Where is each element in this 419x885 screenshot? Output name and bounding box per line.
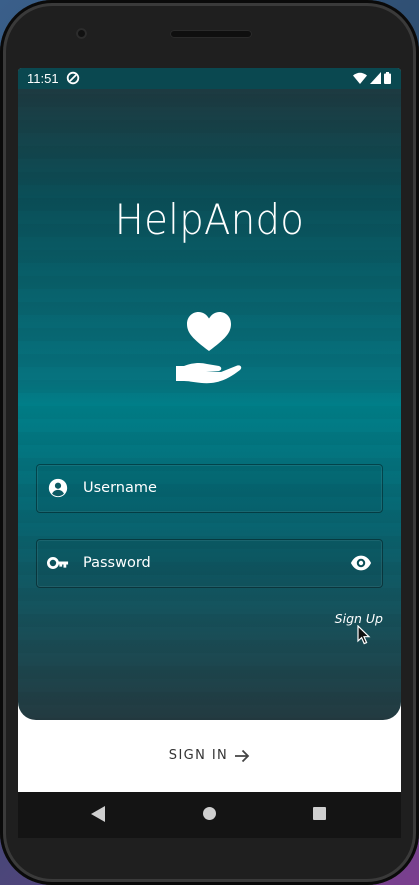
app-title: HelpAndo <box>114 195 305 244</box>
recents-button[interactable] <box>313 807 326 820</box>
status-time: 11:51 <box>27 71 59 86</box>
battery-icon <box>384 72 391 84</box>
key-icon <box>47 557 69 569</box>
sign-up-link[interactable]: Sign Up <box>335 611 383 626</box>
mouse-cursor-icon <box>357 625 371 645</box>
username-input[interactable]: Username <box>83 480 157 496</box>
signal-icon <box>370 72 381 84</box>
back-button[interactable] <box>91 806 105 822</box>
earpiece-speaker <box>170 30 252 38</box>
login-panel: 11:51 HelpAndo Username Password Sign Up <box>18 68 401 720</box>
wifi-icon <box>353 72 367 84</box>
app-screen: 11:51 HelpAndo Username Password Sign Up… <box>18 68 401 824</box>
navigation-bar <box>18 792 401 838</box>
heart-in-hand-icon <box>176 312 242 384</box>
password-input[interactable]: Password <box>83 555 151 571</box>
home-button[interactable] <box>203 807 216 820</box>
username-field[interactable]: Username <box>36 464 383 513</box>
status-bar: 11:51 <box>18 68 401 89</box>
eye-icon[interactable] <box>350 553 372 573</box>
sign-in-button[interactable]: SIGN IN <box>18 748 401 763</box>
device-frame: 11:51 HelpAndo Username Password Sign Up… <box>0 0 419 885</box>
account-circle-icon <box>48 478 68 498</box>
front-camera <box>76 28 87 39</box>
sign-in-label: SIGN IN <box>168 748 229 763</box>
status-icons <box>353 72 391 84</box>
arrow-right-icon <box>235 749 250 762</box>
password-field[interactable]: Password <box>36 539 383 588</box>
sync-icon <box>66 71 80 85</box>
